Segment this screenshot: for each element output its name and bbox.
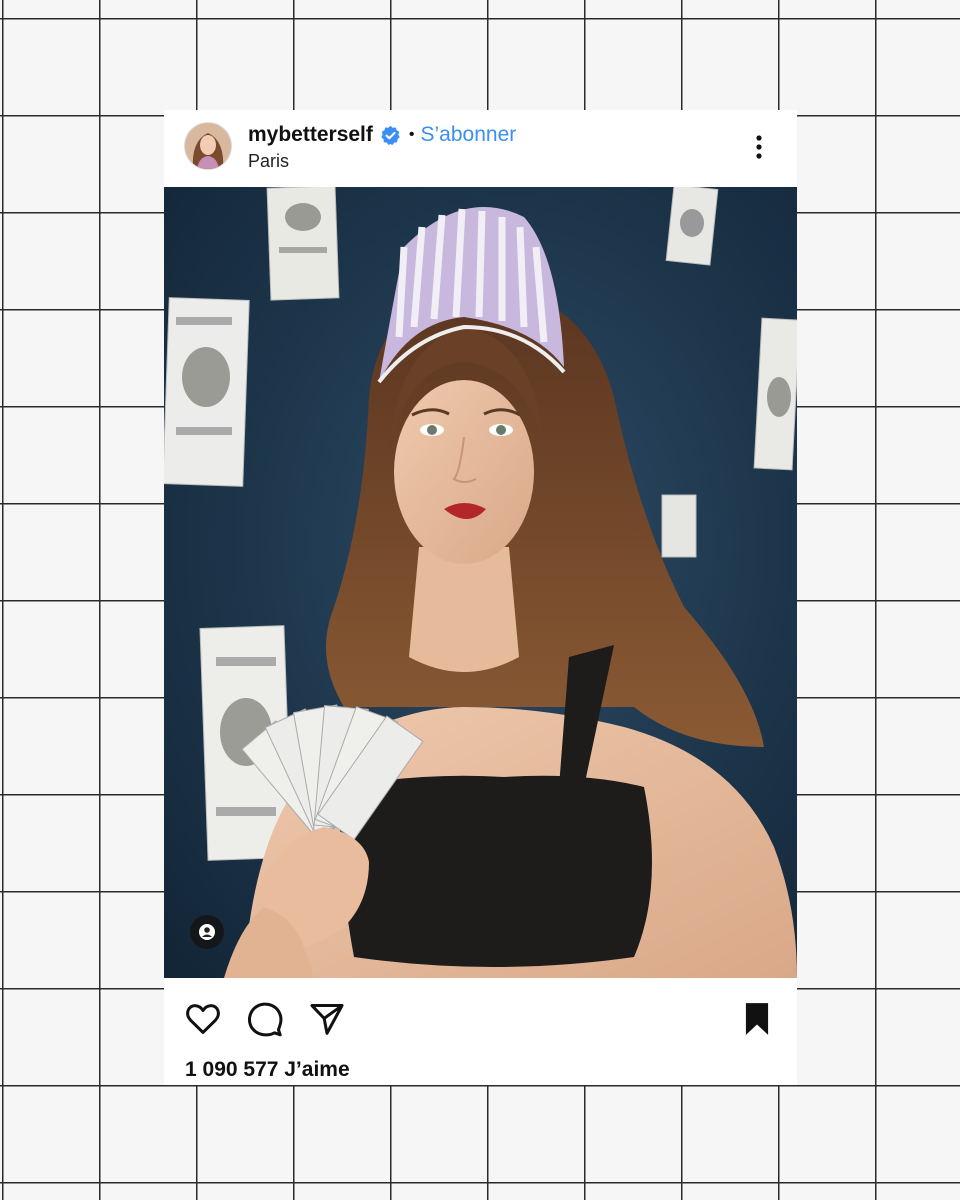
bookmark-icon[interactable] (738, 1000, 776, 1038)
post-location[interactable]: Paris (248, 151, 289, 172)
banknote (266, 187, 340, 301)
separator-dot: • (408, 126, 415, 143)
post-photo[interactable] (164, 187, 797, 978)
likes-count[interactable]: 1 090 577 J’aime (185, 1058, 350, 1082)
post-actions (164, 978, 797, 1048)
user-tag-icon[interactable] (190, 915, 224, 949)
comment-icon[interactable] (246, 1000, 284, 1038)
send-icon[interactable] (308, 1000, 346, 1038)
banknote (753, 317, 797, 471)
username-row: mybetterself • S’abonner (248, 122, 516, 148)
follow-button[interactable]: S’abonner (421, 123, 517, 147)
instagram-post-card: mybetterself • S’abonner Paris 1 090 577… (164, 110, 797, 1085)
username[interactable]: mybetterself (248, 123, 373, 147)
more-vertical-icon[interactable] (748, 132, 770, 162)
post-header: mybetterself • S’abonner Paris (164, 110, 797, 187)
verified-badge-icon (380, 125, 401, 146)
banknote (665, 187, 719, 266)
banknote (164, 297, 250, 487)
avatar[interactable] (184, 122, 232, 170)
heart-icon[interactable] (184, 1000, 222, 1038)
banknote (661, 494, 697, 558)
